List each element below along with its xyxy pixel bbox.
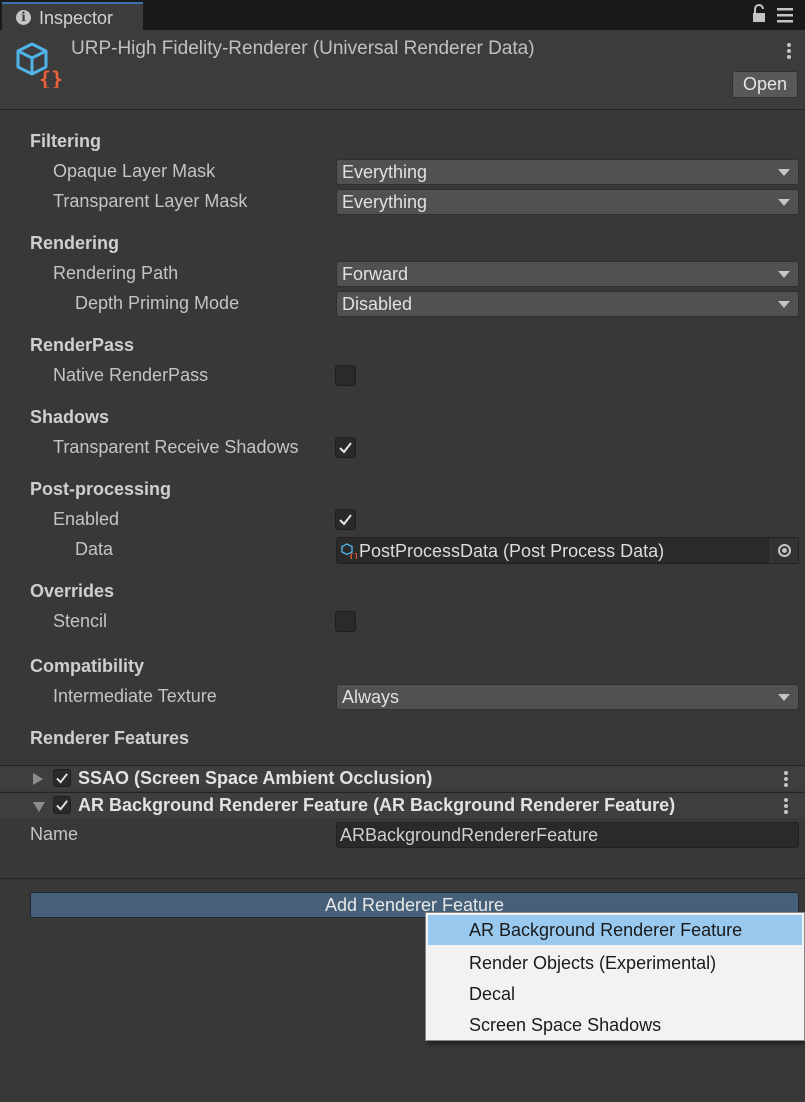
- kebab-menu-icon[interactable]: [776, 7, 794, 23]
- post-processing-enabled-checkbox[interactable]: [335, 509, 356, 530]
- chevron-down-icon: [778, 169, 790, 176]
- checkmark-icon: [339, 514, 352, 526]
- section-compatibility: Compatibility: [30, 656, 145, 676]
- checkmark-icon: [56, 800, 68, 811]
- intermediate-texture-label: Intermediate Texture: [53, 686, 217, 706]
- intermediate-texture-dropdown[interactable]: Always: [336, 684, 799, 710]
- feature-title: AR Background Renderer Feature (AR Backg…: [78, 795, 676, 815]
- transparent-layer-mask-label: Transparent Layer Mask: [53, 191, 248, 211]
- svg-text:{}: {}: [39, 67, 62, 88]
- post-process-data-field[interactable]: {} PostProcessData (Post Process Data): [336, 537, 799, 564]
- chevron-down-icon: [778, 301, 790, 308]
- transparent-receive-shadows-label: Transparent Receive Shadows: [53, 437, 299, 457]
- menu-item-screen-space-shadows[interactable]: Screen Space Shadows: [428, 1010, 802, 1040]
- dropdown-value: Everything: [342, 192, 428, 212]
- section-rendering: Rendering: [30, 233, 120, 253]
- renderer-feature-ssao[interactable]: SSAO (Screen Space Ambient Occlusion): [0, 765, 805, 791]
- chevron-down-icon: [778, 694, 790, 701]
- dropdown-value: Everything: [342, 162, 428, 182]
- opaque-layer-mask-dropdown[interactable]: Everything: [336, 159, 799, 185]
- transparent-receive-shadows-checkbox[interactable]: [335, 437, 356, 458]
- tab-title: Inspector: [39, 8, 114, 28]
- dropdown-value: Disabled: [342, 294, 413, 314]
- chevron-down-icon: [778, 199, 790, 206]
- menu-item-ar-background-renderer-feature[interactable]: AR Background Renderer Feature: [428, 915, 802, 945]
- dropdown-value: Always: [342, 687, 400, 707]
- tab-bar: i Inspector: [0, 0, 805, 30]
- feature-enabled-checkbox[interactable]: [53, 796, 71, 814]
- post-processing-enabled-label: Enabled: [53, 509, 120, 529]
- rendering-path-label: Rendering Path: [53, 263, 179, 283]
- open-button[interactable]: Open: [732, 71, 798, 98]
- svg-text:{}: {}: [349, 552, 357, 559]
- stencil-checkbox[interactable]: [335, 611, 356, 632]
- foldout-arrow-icon[interactable]: [33, 773, 43, 785]
- scriptable-object-icon: {}: [16, 42, 62, 88]
- foldout-arrow-icon[interactable]: [33, 802, 45, 812]
- object-picker-button[interactable]: [770, 538, 798, 563]
- asset-title: URP-High Fidelity-Renderer (Universal Re…: [71, 38, 535, 59]
- lock-icon[interactable]: [751, 4, 767, 24]
- section-renderpass: RenderPass: [30, 335, 135, 355]
- renderer-feature-ar-background[interactable]: AR Background Renderer Feature (AR Backg…: [0, 792, 805, 818]
- feature-name-label: Name: [30, 824, 79, 844]
- dropdown-value: Forward: [342, 264, 409, 284]
- depth-priming-mode-dropdown[interactable]: Disabled: [336, 291, 799, 317]
- menu-item-decal[interactable]: Decal: [428, 979, 802, 1009]
- object-picker-icon: [778, 544, 791, 557]
- feature-name-input[interactable]: ARBackgroundRendererFeature: [336, 822, 799, 848]
- rendering-path-dropdown[interactable]: Forward: [336, 261, 799, 287]
- transparent-layer-mask-dropdown[interactable]: Everything: [336, 189, 799, 215]
- add-feature-popup-menu: AR Background Renderer Feature Render Ob…: [425, 912, 805, 1041]
- more-options-icon[interactable]: [783, 770, 789, 788]
- section-filtering: Filtering: [30, 131, 101, 151]
- native-renderpass-checkbox[interactable]: [335, 365, 356, 386]
- opaque-layer-mask-label: Opaque Layer Mask: [53, 161, 216, 181]
- divider: [0, 878, 805, 879]
- more-options-icon[interactable]: [783, 797, 789, 815]
- object-field-value: PostProcessData (Post Process Data): [359, 541, 665, 561]
- scriptable-object-icon: {}: [341, 543, 357, 559]
- stencil-label: Stencil: [53, 611, 108, 631]
- info-icon: i: [16, 10, 31, 25]
- post-process-data-label: Data: [75, 539, 114, 559]
- depth-priming-mode-label: Depth Priming Mode: [75, 293, 240, 313]
- input-value: ARBackgroundRendererFeature: [340, 825, 599, 845]
- section-shadows: Shadows: [30, 407, 110, 427]
- more-options-icon[interactable]: [786, 42, 792, 60]
- section-renderer-features: Renderer Features: [30, 728, 190, 748]
- chevron-down-icon: [778, 271, 790, 278]
- feature-enabled-checkbox[interactable]: [53, 769, 71, 787]
- menu-item-render-objects[interactable]: Render Objects (Experimental): [428, 948, 802, 978]
- feature-title: SSAO (Screen Space Ambient Occlusion): [78, 768, 433, 788]
- section-overrides: Overrides: [30, 581, 115, 601]
- tab-inspector[interactable]: i Inspector: [2, 2, 143, 30]
- checkmark-icon: [56, 773, 68, 784]
- inspector-header: {} URP-High Fidelity-Renderer (Universal…: [0, 30, 805, 110]
- checkmark-icon: [339, 442, 352, 454]
- native-renderpass-label: Native RenderPass: [53, 365, 209, 385]
- section-post-processing: Post-processing: [30, 479, 172, 499]
